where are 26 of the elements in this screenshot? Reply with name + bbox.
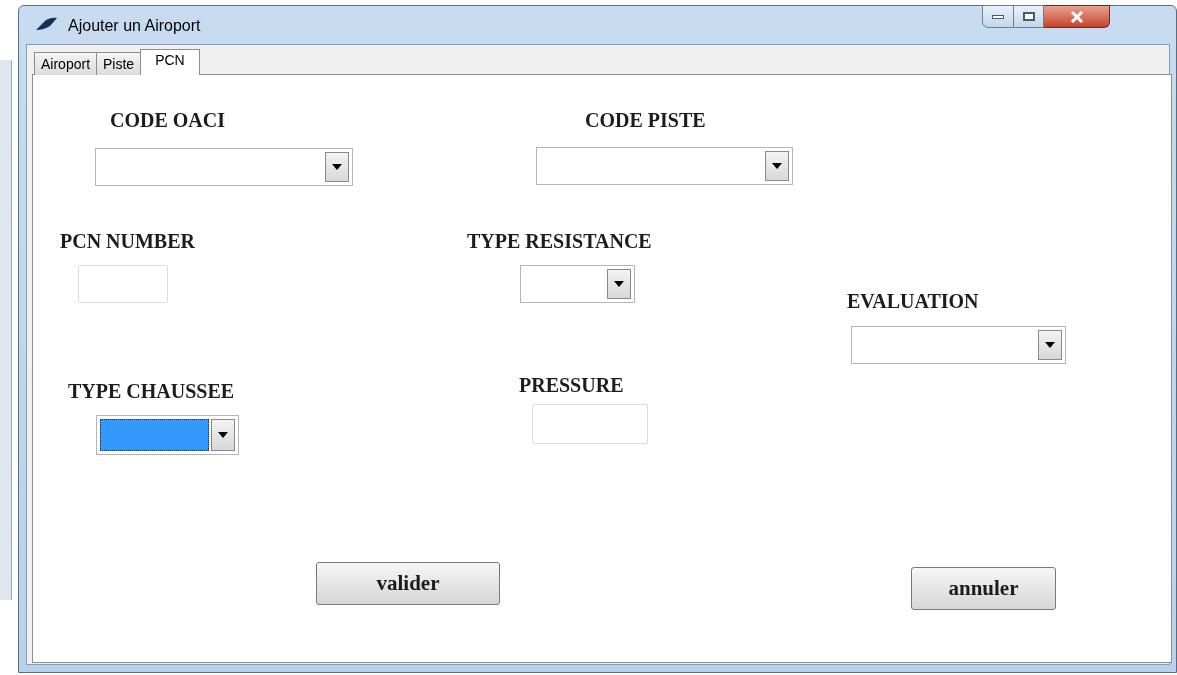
- maximize-button[interactable]: [1014, 5, 1044, 28]
- caret-icon: [1045, 342, 1055, 348]
- field-label: CODE PISTE: [585, 108, 706, 133]
- validate-button[interactable]: valider: [316, 562, 500, 605]
- field-label: TYPE RESISTANCE: [467, 229, 652, 254]
- close-button[interactable]: [1044, 5, 1110, 28]
- caret-icon: [332, 164, 342, 170]
- tab[interactable]: Piste: [96, 52, 142, 75]
- field-label: PCN NUMBER: [60, 229, 195, 254]
- caret-icon: [772, 163, 782, 169]
- caret-icon: [218, 432, 228, 438]
- window-title: Ajouter un Airoport: [68, 16, 201, 36]
- field-label: TYPE CHAUSSEE: [68, 379, 235, 404]
- input-field[interactable]: [532, 404, 648, 444]
- minimize-button[interactable]: [982, 5, 1014, 28]
- airplane-logo-icon: [34, 17, 58, 31]
- tab[interactable]: PCN: [140, 49, 200, 75]
- field-label: PRESSURE: [519, 373, 624, 398]
- field-label: CODE OACI: [110, 108, 225, 133]
- tab[interactable]: Airoport: [34, 52, 98, 75]
- caret-icon: [614, 281, 624, 287]
- field-label: EVALUATION: [847, 289, 979, 314]
- dropdown[interactable]: [96, 415, 239, 455]
- input-field[interactable]: [78, 265, 168, 303]
- close-icon: [1069, 10, 1084, 23]
- cancel-button[interactable]: annuler: [911, 567, 1056, 610]
